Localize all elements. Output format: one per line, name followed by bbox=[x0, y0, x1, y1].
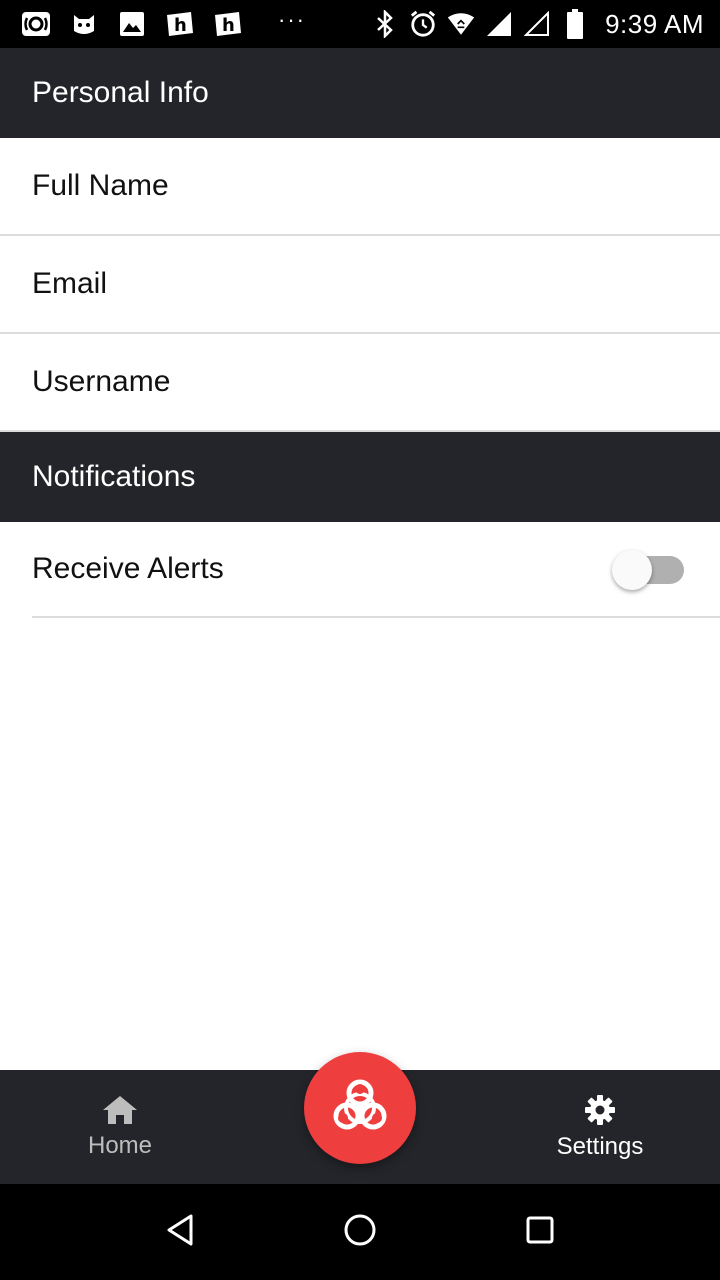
status-time: 9:39 AM bbox=[605, 8, 704, 39]
h-app-icon: h bbox=[212, 10, 244, 38]
screen: h h ··· 9:39 AM Personal Info Full Name … bbox=[0, 0, 720, 1280]
bluetooth-icon bbox=[371, 9, 399, 39]
back-icon bbox=[165, 1213, 195, 1252]
tab-label: Settings bbox=[556, 1132, 644, 1160]
wifi-icon bbox=[447, 9, 475, 39]
biohazard-fab-button[interactable] bbox=[304, 1052, 416, 1164]
list-item-label: Username bbox=[32, 365, 171, 398]
alarm-icon bbox=[409, 9, 437, 39]
gear-icon bbox=[584, 1094, 616, 1131]
signal-empty-icon bbox=[523, 9, 551, 39]
more-notifications-indicator: ··· bbox=[278, 7, 306, 32]
recents-square-icon bbox=[525, 1215, 555, 1250]
svg-text:h: h bbox=[174, 15, 187, 36]
home-icon bbox=[101, 1095, 139, 1130]
list-item-label: Email bbox=[32, 267, 108, 300]
home-circle-icon bbox=[343, 1213, 377, 1252]
status-bar: h h ··· 9:39 AM bbox=[0, 0, 720, 48]
section-title: Notifications bbox=[32, 460, 196, 493]
list-item-label: Full Name bbox=[32, 169, 169, 202]
receive-alerts-row: Receive Alerts bbox=[32, 522, 720, 618]
section-header-notifications: Notifications bbox=[0, 432, 720, 522]
receive-alerts-label: Receive Alerts bbox=[32, 552, 224, 585]
receive-alerts-toggle[interactable] bbox=[612, 550, 684, 590]
battery-icon bbox=[561, 9, 589, 39]
recents-button[interactable] bbox=[516, 1208, 564, 1256]
back-button[interactable] bbox=[156, 1208, 204, 1256]
system-nav-bar bbox=[0, 1184, 720, 1280]
tab-settings[interactable]: Settings bbox=[480, 1070, 720, 1184]
section-title: Personal Info bbox=[32, 76, 209, 109]
tab-home[interactable]: Home bbox=[0, 1070, 240, 1184]
cat-icon bbox=[68, 10, 100, 38]
signal-icon bbox=[485, 9, 513, 39]
home-nav-button[interactable] bbox=[336, 1208, 384, 1256]
section-header-personal-info: Personal Info bbox=[0, 48, 720, 138]
list-item-username[interactable]: Username bbox=[0, 334, 720, 432]
tab-label: Home bbox=[87, 1131, 153, 1159]
list-item-email[interactable]: Email bbox=[0, 236, 720, 334]
h-app-icon: h bbox=[164, 10, 196, 38]
toggle-thumb bbox=[612, 550, 652, 590]
list-item-full-name[interactable]: Full Name bbox=[0, 138, 720, 236]
image-icon bbox=[116, 10, 148, 38]
biohazard-icon bbox=[327, 1073, 393, 1144]
svg-text:h: h bbox=[222, 15, 235, 36]
radio-icon bbox=[20, 10, 52, 38]
